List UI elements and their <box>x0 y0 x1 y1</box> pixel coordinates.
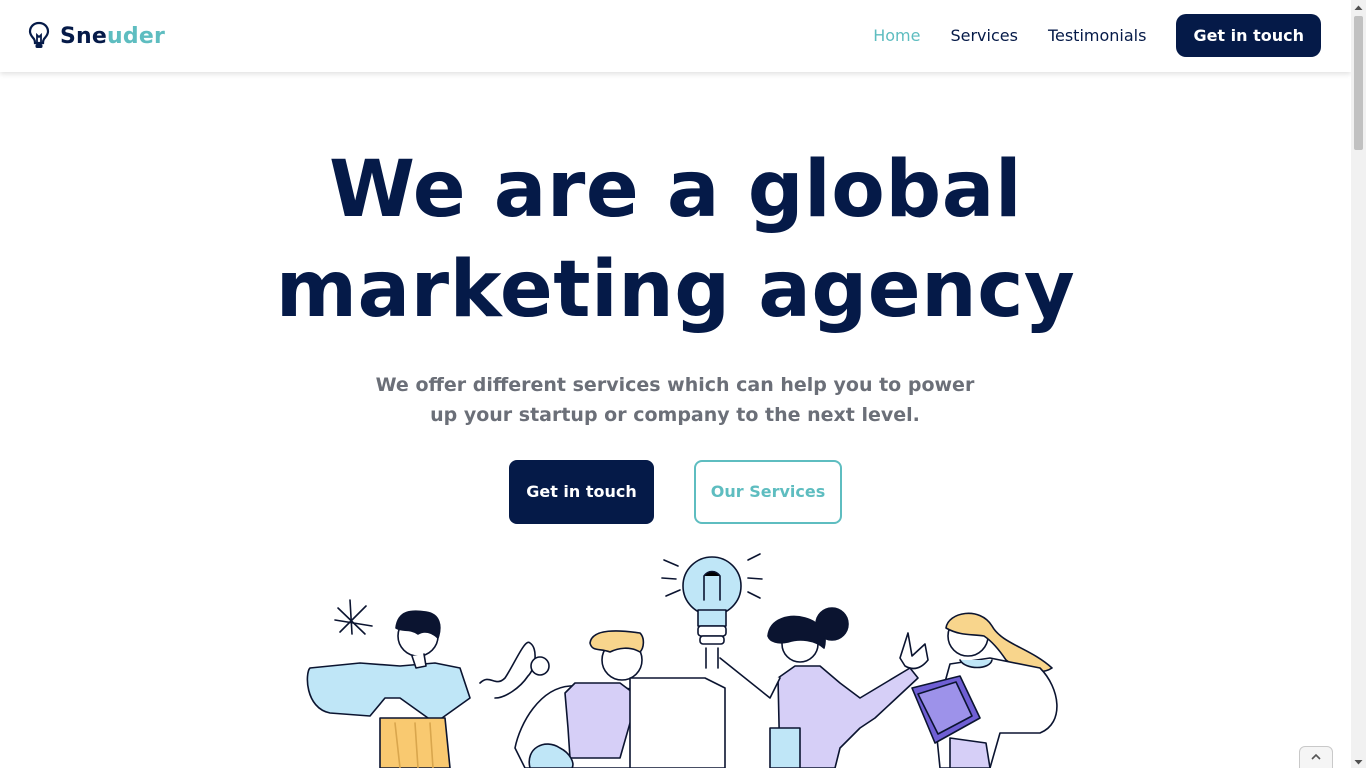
hero-subtitle-line1: We offer different services which can he… <box>375 374 975 396</box>
site-header: Sneuder Home Services Testimonials Get i… <box>0 0 1351 72</box>
hero-title: We are a global marketing agency <box>0 140 1351 340</box>
nav-home[interactable]: Home <box>873 26 920 45</box>
hero-subtitle: We offer different services which can he… <box>375 370 975 430</box>
header-get-in-touch-button[interactable]: Get in touch <box>1176 14 1321 57</box>
chevron-up-icon <box>1311 753 1321 760</box>
team-with-lightbulb-illustration <box>300 548 1070 768</box>
scroll-down-arrow-icon[interactable] <box>1351 754 1366 768</box>
scroll-up-arrow-icon[interactable] <box>1351 0 1366 14</box>
brand-logo[interactable]: Sneuder <box>28 20 165 52</box>
nav-testimonials[interactable]: Testimonials <box>1048 26 1147 45</box>
hero-title-line2: marketing agency <box>275 245 1076 335</box>
page: Sneuder Home Services Testimonials Get i… <box>0 0 1351 768</box>
nav-services[interactable]: Services <box>950 26 1017 45</box>
lightbulb-icon <box>28 21 50 51</box>
back-to-top-button[interactable] <box>1299 746 1333 768</box>
hero-title-line1: We are a global <box>328 145 1023 235</box>
hero-our-services-button[interactable]: Our Services <box>694 460 842 524</box>
hero-subtitle-line2: up your startup or company to the next l… <box>430 404 920 426</box>
vertical-scrollbar[interactable] <box>1351 0 1366 768</box>
hero-get-in-touch-button[interactable]: Get in touch <box>509 460 654 524</box>
brand-name: Sneuder <box>60 23 166 49</box>
main-nav: Home Services Testimonials Get in touch <box>873 14 1321 57</box>
scrollbar-thumb[interactable] <box>1354 16 1363 150</box>
